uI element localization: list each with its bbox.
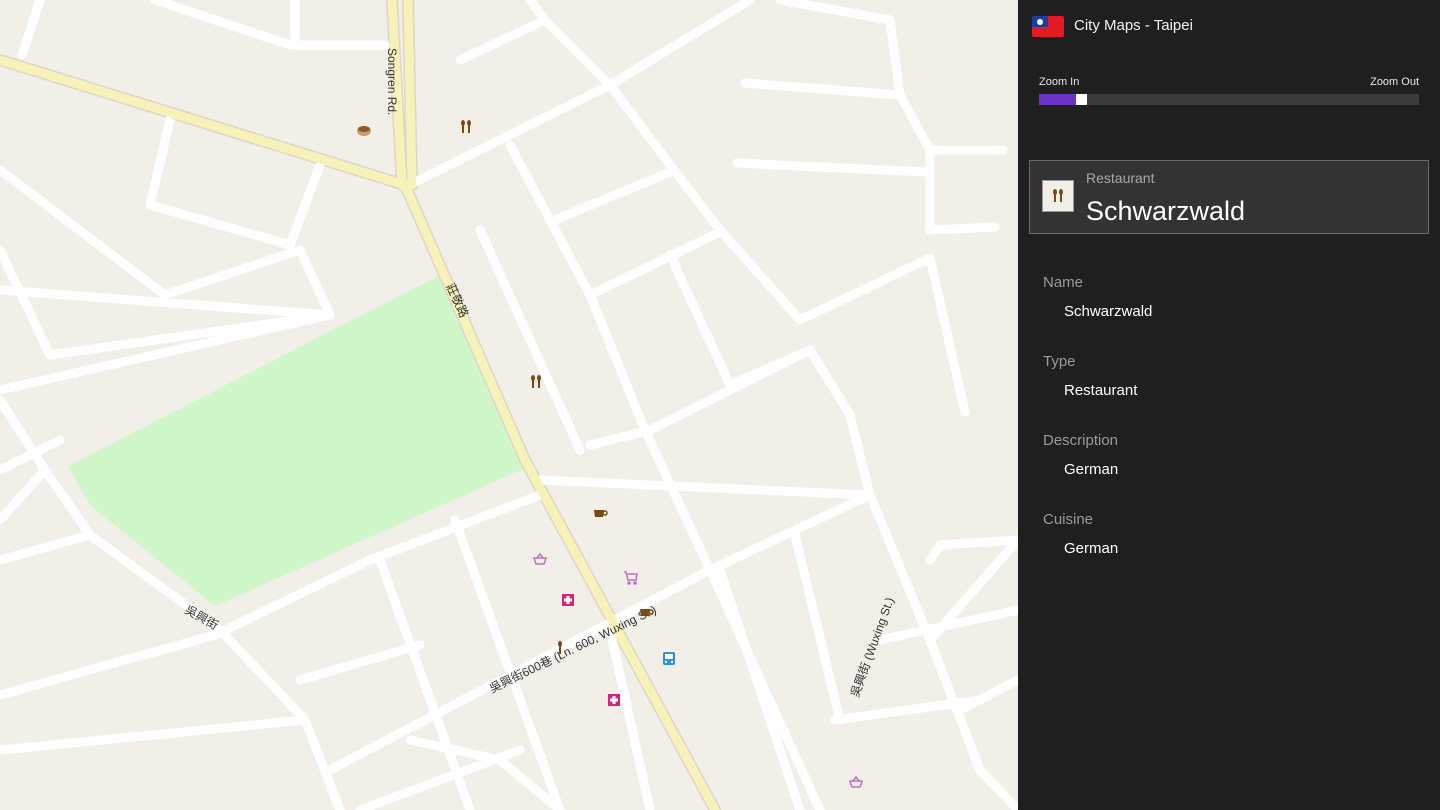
selected-poi-card[interactable]: Restaurant Schwarzwald xyxy=(1029,160,1429,234)
poi-type: Restaurant xyxy=(1086,170,1155,186)
restaurant-icon[interactable] xyxy=(461,120,471,133)
minor-roads xyxy=(0,0,1018,810)
detail-value: German xyxy=(1064,461,1119,478)
pharmacy-icon[interactable] xyxy=(608,694,620,706)
restaurant-icon xyxy=(1042,180,1074,212)
detail-label: Cuisine xyxy=(1043,511,1094,528)
details-panel: City Maps - Taipei Zoom In Zoom Out Rest… xyxy=(1018,0,1440,810)
grocery-basket-icon[interactable] xyxy=(848,775,864,788)
zoom-in-label[interactable]: Zoom In xyxy=(1039,76,1079,88)
detail-value: Schwarzwald xyxy=(1064,303,1153,320)
zoom-slider-thumb[interactable] xyxy=(1076,94,1087,105)
detail-label: Name xyxy=(1043,274,1084,291)
detail-type: Type Restaurant xyxy=(1043,353,1137,399)
bakery-icon[interactable] xyxy=(357,126,371,136)
zoom-slider[interactable] xyxy=(1039,94,1419,105)
pharmacy-icon[interactable] xyxy=(562,594,574,606)
taiwan-flag-icon xyxy=(1032,16,1064,37)
road-label-wuxing-st: 吳興街 (Wuxing St.) xyxy=(848,595,897,699)
detail-name: Name Schwarzwald xyxy=(1043,274,1152,320)
zoom-slider-fill xyxy=(1039,94,1076,105)
bus-stop-icon[interactable] xyxy=(663,652,675,665)
detail-label: Description xyxy=(1043,432,1119,449)
detail-description: Description German xyxy=(1043,432,1118,478)
shopping-cart-icon[interactable] xyxy=(624,571,638,585)
restaurant-icon[interactable] xyxy=(531,375,541,388)
detail-cuisine: Cuisine German xyxy=(1043,511,1118,557)
road-label-wuxing: 吳興街 xyxy=(183,602,221,632)
app-title: City Maps - Taipei xyxy=(1074,17,1193,34)
road-label-songren: Songren Rd. xyxy=(385,48,399,115)
detail-value: Restaurant xyxy=(1064,382,1138,399)
grocery-basket-icon[interactable] xyxy=(532,552,548,565)
detail-value: German xyxy=(1064,540,1119,557)
zoom-out-label[interactable]: Zoom Out xyxy=(1370,76,1419,88)
detail-label: Type xyxy=(1043,353,1076,370)
cafe-icon[interactable] xyxy=(594,510,608,517)
map-canvas[interactable]: Songren Rd. 莊敬路 吳興街 吳興街600巷 (Ln. 600, Wu… xyxy=(0,0,1018,810)
poi-name: Schwarzwald xyxy=(1086,196,1246,226)
map-view[interactable]: Songren Rd. 莊敬路 吳興街 吳興街600巷 (Ln. 600, Wu… xyxy=(0,0,1018,810)
